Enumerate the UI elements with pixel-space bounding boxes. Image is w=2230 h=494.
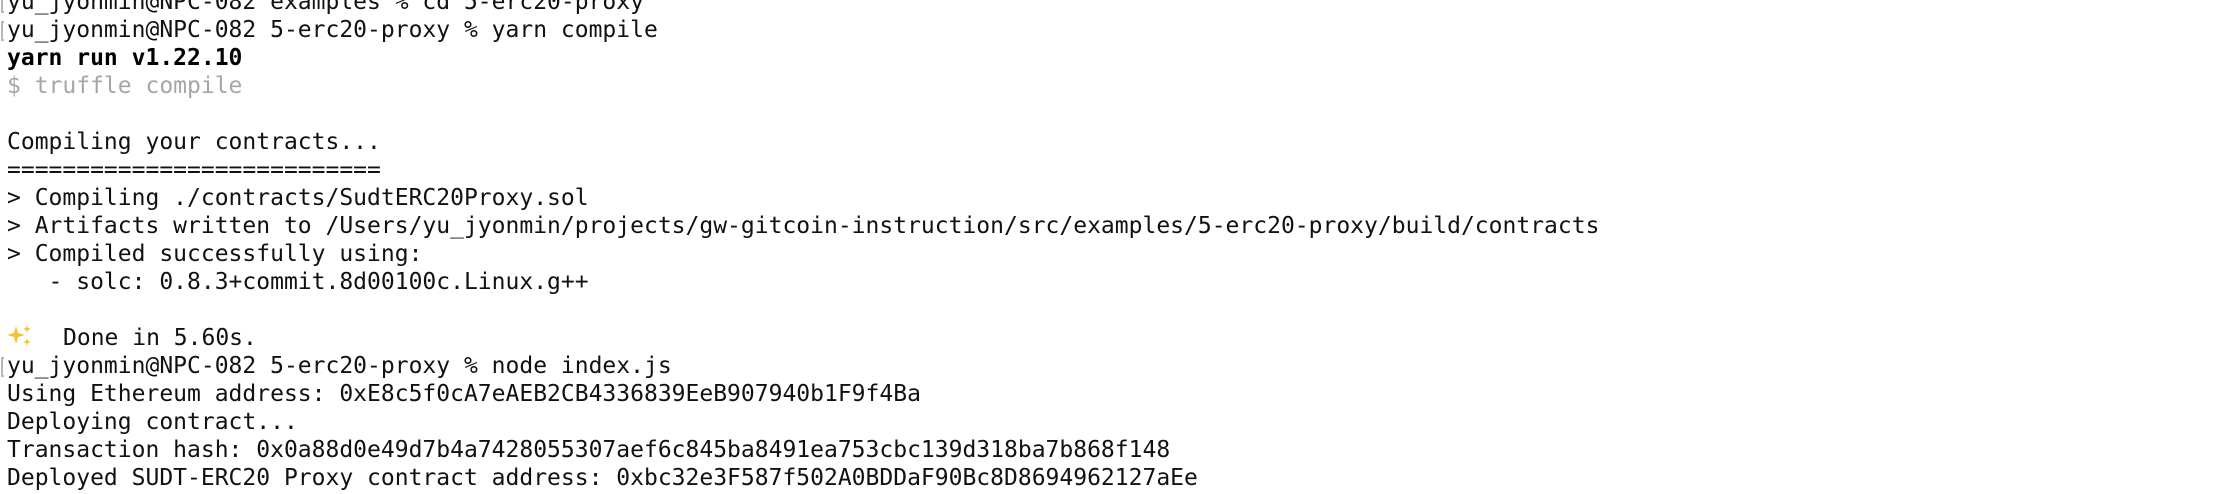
prompt-line: yu_jyonmin@NPC-082 5-erc20-proxy % yarn …: [1, 16, 2230, 44]
prompt-line: yu_jyonmin@NPC-082 5-erc20-proxy % node …: [1, 352, 2230, 380]
output-line: - solc: 0.8.3+commit.8d00100c.Linux.g++: [7, 269, 589, 295]
output-line: Using Ethereum address: 0xE8c5f0cA7eAEB2…: [7, 381, 921, 407]
line-text: yu_jyonmin@NPC-082 5-erc20-proxy % node …: [7, 353, 672, 379]
output-line: Transaction hash: 0x0a88d0e49d7b4a742805…: [7, 437, 1171, 463]
terminal-window[interactable]: yu_jyonmin@NPC-082 examples % cd 5-erc20…: [0, 0, 2230, 494]
output-line: > Compiled successfully using:: [7, 241, 423, 267]
terminal-output: yu_jyonmin@NPC-082 examples % cd 5-erc20…: [1, 0, 2230, 492]
output-line: ===========================: [7, 157, 381, 183]
line-text: yu_jyonmin@NPC-082 examples % cd 5-erc20…: [7, 0, 644, 15]
output-line: > Artifacts written to /Users/yu_jyonmin…: [7, 213, 1600, 239]
output-line: $ truffle compile: [7, 73, 243, 99]
output-line: Deployed SUDT-ERC20 Proxy contract addre…: [7, 465, 1198, 491]
output-line: > Compiling ./contracts/SudtERC20Proxy.s…: [7, 185, 589, 211]
sparkles-emoji-icon: [7, 324, 33, 348]
prompt-line: yu_jyonmin@NPC-082 examples % cd 5-erc20…: [1, 0, 2230, 16]
line-text: yu_jyonmin@NPC-082 5-erc20-proxy % yarn …: [7, 17, 658, 43]
prompt-mark-icon: [1, 357, 4, 377]
output-line: Deploying contract...: [7, 409, 298, 435]
prompt-mark-icon: [1, 21, 4, 41]
prompt-mark-icon: [1, 0, 4, 13]
line-text: Done in 5.60s.: [63, 325, 257, 351]
output-line: Compiling your contracts...: [7, 129, 381, 155]
done-line: Done in 5.60s.: [7, 324, 2230, 352]
output-line: yarn run v1.22.10: [7, 45, 243, 71]
